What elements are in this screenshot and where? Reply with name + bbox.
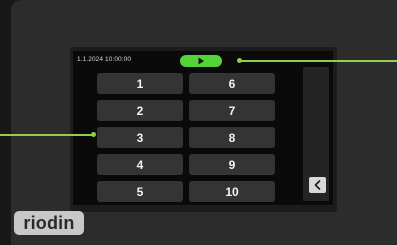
key-8[interactable]: 8 [189, 127, 275, 148]
key-7[interactable]: 7 [189, 100, 275, 121]
key-3[interactable]: 3 [97, 127, 183, 148]
key-2[interactable]: 2 [97, 100, 183, 121]
chevron-left-icon [314, 180, 321, 190]
key-4[interactable]: 4 [97, 154, 183, 175]
back-button[interactable] [309, 177, 326, 193]
key-9[interactable]: 9 [189, 154, 275, 175]
key-10[interactable]: 10 [189, 181, 275, 202]
datetime-label: 1.1.2024 10:00:00 [77, 56, 132, 63]
callout-dot-keypad [91, 132, 96, 137]
number-keypad: 1 2 3 4 5 6 7 8 9 10 [97, 73, 277, 203]
stage: 1.1.2024 10:00:00 1 2 3 4 5 6 7 8 9 10 r… [0, 0, 397, 245]
riodin-logo: riodin [14, 211, 84, 235]
key-5[interactable]: 5 [97, 181, 183, 202]
key-1[interactable]: 1 [97, 73, 183, 94]
callout-dot-play [237, 58, 242, 63]
key-6[interactable]: 6 [189, 73, 275, 94]
play-button[interactable] [180, 55, 222, 67]
callout-line-keypad [0, 134, 93, 136]
play-icon [198, 57, 204, 65]
callout-line-play [240, 60, 397, 62]
device-screen: 1.1.2024 10:00:00 1 2 3 4 5 6 7 8 9 10 [73, 51, 333, 205]
